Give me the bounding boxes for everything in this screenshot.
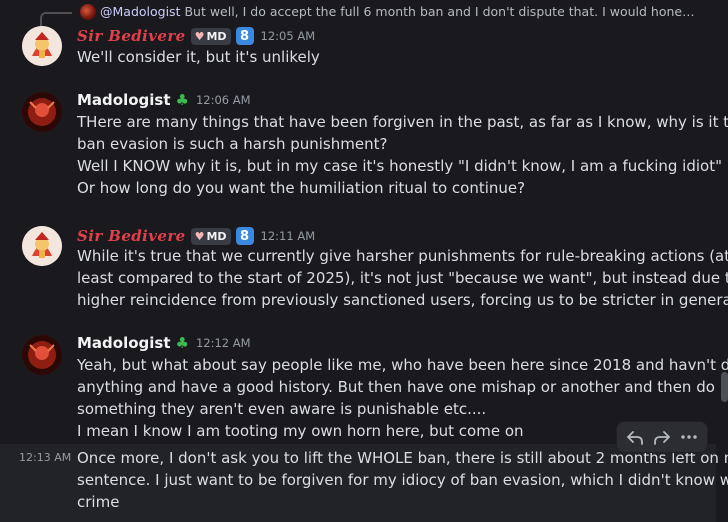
timestamp[interactable]: 12:06 AM — [196, 93, 251, 107]
role-tag-label: MD — [206, 29, 227, 43]
reply-avatar[interactable] — [80, 4, 96, 20]
timestamp[interactable]: 12:05 AM — [261, 29, 316, 43]
role-tag-label: MD — [206, 229, 227, 243]
level-badge[interactable]: 8 — [235, 27, 254, 45]
avatar[interactable] — [22, 335, 62, 375]
message-header: Madologist ♣ 12:06 AM — [77, 90, 251, 110]
avatar[interactable] — [22, 26, 62, 66]
message-line: something they aren't even aware is puni… — [77, 400, 487, 418]
message-line: I mean I know I am tooting my own horn h… — [77, 422, 524, 440]
message-group: Madologist ♣ 12:06 AM THere are many thi… — [0, 90, 728, 210]
message-line: We'll consider it, but it's unlikely — [77, 48, 320, 66]
message-content: Yeah, but what about say people like me,… — [77, 354, 728, 442]
scrollbar-thumb[interactable] — [721, 372, 728, 402]
message-line: While it's true that we currently give h… — [77, 247, 728, 265]
message-content: We'll consider it, but it's unlikely — [77, 46, 697, 68]
message-header: Madologist ♣ 12:12 AM — [77, 333, 251, 353]
forward-icon — [654, 431, 670, 445]
reply-reference[interactable]: @Madologist But well, I do accept the fu… — [0, 0, 728, 26]
message-group: Sir Bedivere ♥ MD 8 12:05 AM We'll consid… — [0, 24, 728, 74]
message-line: Well I KNOW why it is, but in my case it… — [77, 157, 722, 175]
forward-button[interactable] — [650, 425, 674, 449]
more-button[interactable] — [677, 425, 701, 449]
clover-icon[interactable]: ♣ — [176, 334, 189, 352]
knight-avatar-icon — [22, 226, 62, 266]
chat-messages-pane: @Madologist But well, I do accept the fu… — [0, 0, 728, 522]
message-content: Once more, I don't ask you to lift the W… — [77, 447, 728, 513]
message-line: Or how long do you want the humiliation … — [77, 179, 526, 197]
message-line: Yeah, but what about say people like me,… — [77, 356, 728, 374]
timestamp[interactable]: 12:11 AM — [261, 229, 316, 243]
message-header: Sir Bedivere ♥ MD 8 12:05 AM — [77, 26, 315, 46]
message-header: Sir Bedivere ♥ MD 8 12:11 AM — [77, 226, 315, 246]
reply-mention[interactable]: @Madologist — [100, 4, 180, 19]
reply-icon — [626, 431, 643, 445]
message-line: least compared to the start of 2025), it… — [77, 269, 728, 287]
username[interactable]: Sir Bedivere — [77, 27, 186, 45]
message-line: ban evasion is such a harsh punishment? — [77, 135, 388, 153]
username[interactable]: Madologist — [77, 91, 171, 109]
message-line: sentence. I just want to be forgiven for… — [77, 471, 728, 489]
demon-avatar-icon — [22, 92, 62, 132]
message-line: crime — [77, 493, 120, 511]
demon-avatar-icon — [22, 335, 62, 375]
level-badge[interactable]: 8 — [235, 227, 254, 245]
knight-avatar-icon — [22, 26, 62, 66]
reply-button[interactable] — [623, 425, 647, 449]
role-tag[interactable]: ♥ MD — [190, 27, 231, 45]
message-actions-toolbar — [616, 421, 708, 453]
message-content: THere are many things that have been for… — [77, 111, 728, 199]
role-tag[interactable]: ♥ MD — [190, 227, 231, 245]
more-icon — [681, 435, 698, 439]
reply-preview[interactable]: @Madologist But well, I do accept the fu… — [100, 4, 700, 20]
username[interactable]: Sir Bedivere — [77, 227, 186, 245]
message-line: anything and have a good history. But th… — [77, 378, 715, 396]
reply-snippet: But well, I do accept the full 6 month b… — [180, 4, 700, 19]
avatar[interactable] — [22, 92, 62, 132]
heart-icon: ♥ — [194, 29, 205, 43]
avatar[interactable] — [22, 226, 62, 266]
clover-icon[interactable]: ♣ — [176, 91, 189, 109]
message-line: Once more, I don't ask you to lift the W… — [77, 449, 728, 467]
message-line: higher reincidence from previously sanct… — [77, 291, 728, 309]
username[interactable]: Madologist — [77, 334, 171, 352]
timestamp[interactable]: 12:13 AM — [19, 451, 71, 464]
message-group: Sir Bedivere ♥ MD 8 12:11 AM While it's t… — [0, 224, 728, 316]
timestamp[interactable]: 12:12 AM — [196, 336, 251, 350]
message-line: THere are many things that have been for… — [77, 113, 728, 131]
message-content: While it's true that we currently give h… — [77, 245, 728, 311]
heart-icon: ♥ — [194, 229, 205, 243]
